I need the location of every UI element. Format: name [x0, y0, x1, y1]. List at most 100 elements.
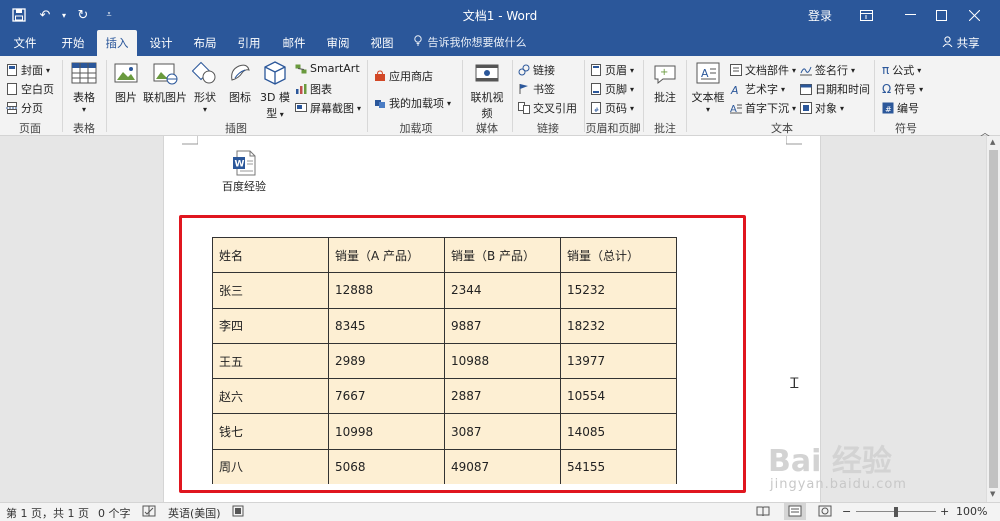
embedded-word-object[interactable]: W — [232, 150, 256, 176]
maximize-icon[interactable] — [925, 0, 957, 30]
shapes-label: 形状 — [194, 91, 216, 104]
picture-button[interactable]: 图片 — [112, 60, 140, 105]
smartart-icon — [295, 63, 307, 75]
word-count-status[interactable]: 0 个字 — [98, 505, 131, 521]
ribbon-separator — [62, 60, 63, 132]
language-status[interactable]: 英语(美国) — [168, 505, 221, 521]
tab-insert[interactable]: 插入 — [97, 30, 137, 56]
svg-text:W: W — [235, 160, 245, 170]
group-label-text: 文本 — [771, 122, 793, 135]
object-button[interactable]: 对象 ▾ — [800, 100, 844, 116]
comment-button[interactable]: + 批注 — [648, 60, 682, 105]
web-layout-icon[interactable] — [818, 505, 832, 520]
ribbon-display-options-icon[interactable] — [850, 0, 882, 30]
online-picture-button[interactable]: 联机图片 — [142, 60, 188, 105]
online-video-button[interactable]: 联机视频 — [466, 60, 508, 121]
footer-button[interactable]: 页脚 ▾ — [590, 81, 634, 97]
tab-references[interactable]: 引用 — [230, 30, 268, 56]
tab-view[interactable]: 视图 — [363, 30, 401, 56]
blank-page-button[interactable]: 空白页 — [6, 81, 54, 97]
store-button[interactable]: 应用商店 — [374, 68, 433, 84]
baidu-watermark: Bai 经验 — [768, 444, 892, 479]
icons-button[interactable]: 图标 — [225, 60, 255, 105]
symbol-button[interactable]: Ω 符号 ▾ — [882, 81, 923, 97]
page-count-status[interactable]: 第 1 页，共 1 页 — [6, 505, 89, 521]
signature-line-button[interactable]: 签名行 ▾ — [800, 62, 855, 78]
login-link[interactable]: 登录 — [808, 7, 832, 24]
ribbon-tab-bar: 文件 开始 插入 设计 布局 引用 邮件 审阅 视图 告诉我你想要做什么 共享 — [0, 30, 1000, 56]
zoom-in-icon[interactable]: + — [940, 505, 949, 518]
store-label: 应用商店 — [389, 70, 433, 83]
page-number-button[interactable]: # 页码 ▾ — [590, 100, 634, 116]
signature-icon — [800, 64, 812, 76]
link-label: 链接 — [533, 64, 555, 77]
zoom-level[interactable]: 100% — [956, 505, 987, 518]
tab-review[interactable]: 审阅 — [319, 30, 357, 56]
tell-me-search[interactable]: 告诉我你想要做什么 — [414, 30, 527, 56]
numbering-button[interactable]: # 编号 — [882, 100, 919, 116]
equation-label: 公式 — [892, 64, 915, 77]
share-button[interactable]: 共享 — [942, 30, 980, 56]
zoom-out-icon[interactable]: − — [842, 505, 851, 518]
group-label-pages: 页面 — [19, 122, 41, 135]
chart-button[interactable]: 图表 — [295, 81, 332, 97]
blank-page-icon — [6, 83, 18, 95]
minimize-icon[interactable] — [894, 0, 926, 30]
wordart-button[interactable]: A 艺术字 ▾ — [730, 81, 785, 97]
cover-page-label: 封面 — [21, 64, 43, 77]
close-icon[interactable] — [958, 0, 990, 30]
proofing-icon[interactable] — [142, 505, 156, 520]
cover-page-button[interactable]: 封面 ▾ — [6, 62, 50, 78]
icons-icon — [227, 60, 253, 86]
dropcap-button[interactable]: A 首字下沉 ▾ — [730, 100, 796, 116]
embedded-object-label: 百度经验 — [222, 180, 266, 193]
page-break-label: 分页 — [21, 102, 43, 115]
footer-icon — [590, 83, 602, 95]
tab-design[interactable]: 设计 — [142, 30, 180, 56]
footer-label: 页脚 — [605, 83, 627, 96]
tab-layout[interactable]: 布局 — [186, 30, 224, 56]
3d-model-button[interactable]: 3D 模 型 ▾ — [259, 60, 291, 121]
tab-file[interactable]: 文件 — [6, 30, 44, 56]
online-video-label: 联机视频 — [470, 91, 504, 120]
date-time-button[interactable]: 日期和时间 — [800, 81, 870, 97]
my-addins-label: 我的加载项 — [389, 97, 444, 110]
svg-text:A: A — [701, 67, 709, 80]
scroll-down-icon[interactable]: ▼ — [990, 490, 995, 498]
svg-text:#: # — [885, 105, 892, 114]
zoom-slider-thumb[interactable] — [894, 507, 898, 517]
page-number-icon: # — [590, 102, 602, 114]
page-break-button[interactable]: 分页 — [6, 100, 43, 116]
object-label: 对象 — [815, 102, 837, 115]
equation-button[interactable]: π 公式 ▾ — [882, 62, 921, 78]
vertical-scrollbar[interactable]: ▲ ▼ — [986, 136, 1000, 502]
tab-mailings[interactable]: 邮件 — [275, 30, 313, 56]
dropcap-icon: A — [730, 102, 742, 115]
tab-home[interactable]: 开始 — [54, 30, 92, 56]
scroll-up-icon[interactable]: ▲ — [990, 138, 995, 146]
symbol-label: 符号 — [894, 83, 917, 96]
comment-icon: + — [652, 60, 678, 86]
date-time-label: 日期和时间 — [815, 83, 870, 96]
cross-reference-button[interactable]: 交叉引用 — [518, 100, 577, 116]
screenshot-button[interactable]: 屏幕截图 ▾ — [295, 100, 361, 116]
cover-page-icon — [6, 64, 18, 76]
header-button[interactable]: 页眉 ▾ — [590, 62, 634, 78]
bookmark-button[interactable]: 书签 — [518, 81, 555, 97]
icons-label: 图标 — [229, 91, 251, 104]
scrollbar-thumb[interactable] — [989, 150, 998, 488]
textbox-button[interactable]: A 文本框 ▾ — [690, 60, 726, 114]
quick-parts-button[interactable]: 文档部件 ▾ — [730, 62, 796, 78]
my-addins-button[interactable]: 我的加载项 ▾ — [374, 95, 451, 111]
print-layout-icon[interactable] — [784, 503, 806, 520]
read-mode-icon[interactable] — [756, 505, 770, 520]
table-button[interactable]: 表格 ▾ — [68, 60, 100, 114]
smartart-button[interactable]: SmartArt — [295, 62, 360, 75]
dropcap-label: 首字下沉 — [745, 102, 789, 115]
macro-recording-icon[interactable] — [232, 505, 244, 520]
comment-label: 批注 — [654, 91, 676, 104]
shapes-button[interactable]: 形状 ▾ — [190, 60, 220, 114]
textbox-icon: A — [695, 60, 721, 86]
cross-reference-icon — [518, 102, 530, 114]
link-button[interactable]: 链接 — [518, 62, 555, 78]
